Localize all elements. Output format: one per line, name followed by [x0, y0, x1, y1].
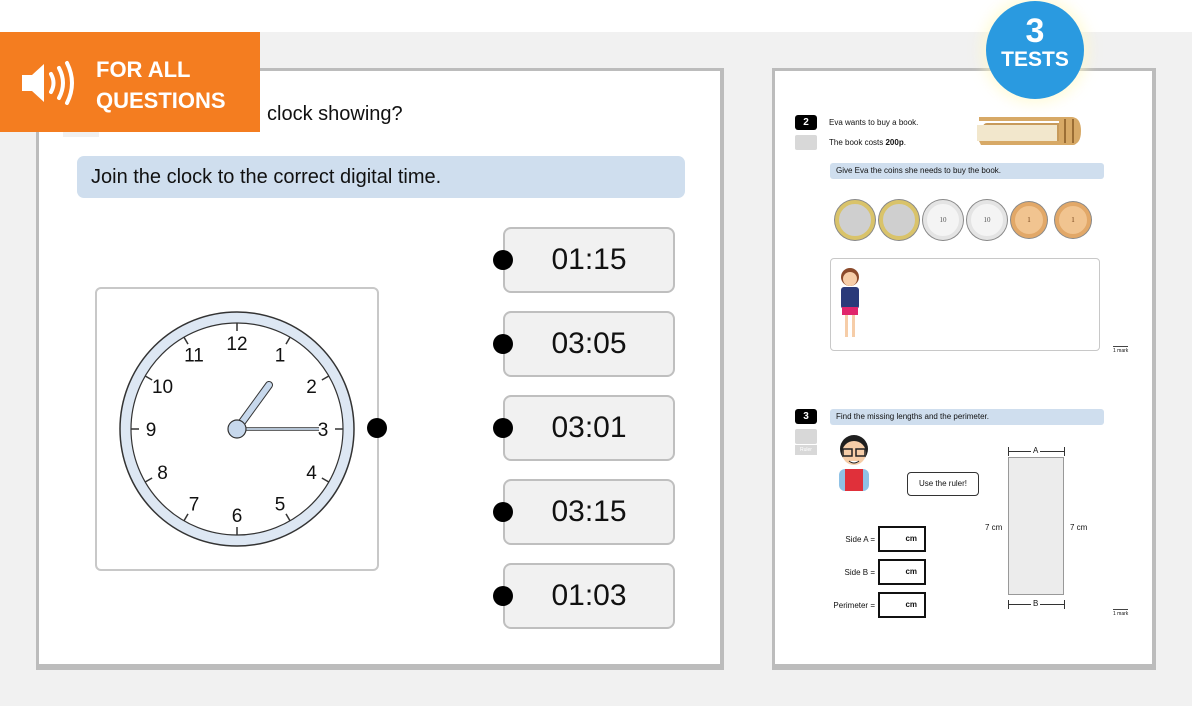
coin-one-pound[interactable]	[879, 200, 919, 240]
tests-count-badge: 3 TESTS	[986, 1, 1084, 99]
q2-line1: Eva wants to buy a book.	[829, 118, 919, 127]
audio-banner-label: FOR ALL QUESTIONS	[96, 54, 226, 116]
question-number-badge: 3	[795, 409, 817, 424]
time-option-label: 03:15	[551, 495, 627, 528]
coin-drop-area[interactable]	[830, 258, 1100, 351]
side-b-label: Side B =	[844, 568, 875, 577]
q2-instruction: Give Eva the coins she needs to buy the …	[830, 163, 1104, 179]
side-right-length: 7 cm	[1070, 523, 1088, 532]
rectangle-shape	[1008, 457, 1064, 595]
dimension-tick	[1008, 600, 1009, 609]
clock-numeral: 3	[318, 420, 329, 441]
time-option[interactable]: 03:01	[493, 395, 675, 461]
dimension-label-a: A	[1031, 446, 1041, 455]
coin-ten-pence[interactable]: 10	[923, 200, 963, 240]
clock-numeral: 6	[232, 506, 243, 527]
clock-numeral: 2	[306, 377, 317, 398]
coin-tray: 10 10 1 1	[835, 199, 1105, 241]
option-connector-dot[interactable]	[493, 418, 513, 438]
clock-connector-dot[interactable]	[367, 418, 387, 438]
tests-label: TESTS	[1001, 48, 1069, 71]
side-left-length: 7 cm	[985, 523, 1003, 532]
analog-clock-icon: 12 12 3 45 6 78 9 10 11	[119, 311, 355, 547]
side-b-input: cm	[878, 559, 926, 585]
ruler-button: Ruler	[795, 445, 817, 455]
test-preview-panel: 2 Eva wants to buy a book. The book cost…	[772, 68, 1156, 670]
clock-numeral: 7	[189, 494, 200, 515]
q2-price: 200p	[885, 138, 904, 147]
analog-clock-card: 12 1 2 3 4 5 6 7 8 9 10 11	[95, 287, 379, 571]
clock-numeral: 9	[146, 420, 157, 441]
clock-numeral: 5	[275, 494, 286, 515]
coin-one-pound[interactable]	[835, 200, 875, 240]
dimension-tick	[1008, 447, 1009, 456]
audio-banner-line2: QUESTIONS	[96, 88, 226, 113]
dimension-tick	[1064, 600, 1065, 609]
dimension-tick	[1064, 447, 1065, 456]
coin-one-penny[interactable]: 1	[1011, 202, 1047, 238]
instruction-banner: Join the clock to the correct digital ti…	[77, 156, 685, 198]
coin-one-penny[interactable]: 1	[1055, 202, 1091, 238]
clock-numeral: 10	[152, 377, 173, 398]
time-option[interactable]: 01:03	[493, 563, 675, 629]
side-a-input: cm	[878, 526, 926, 552]
q2-line2-prefix: The book costs	[829, 138, 886, 147]
time-option[interactable]: 03:15	[493, 479, 675, 545]
q2-line2-suffix: .	[903, 138, 906, 147]
time-option[interactable]: 01:15	[493, 227, 675, 293]
time-option-label: 01:03	[551, 579, 627, 612]
girl-character-icon	[841, 268, 859, 337]
boy-character-icon	[839, 435, 869, 491]
clock-numeral: 4	[306, 463, 317, 484]
dimension-label-b: B	[1031, 599, 1041, 608]
time-option-label: 01:15	[551, 243, 627, 276]
clock-numeral: 12	[226, 334, 247, 355]
option-connector-dot[interactable]	[493, 502, 513, 522]
mini-audio-button	[795, 429, 817, 444]
clock-numeral: 8	[157, 463, 168, 484]
coin-ten-pence[interactable]: 10	[967, 200, 1007, 240]
time-option-label: 03:01	[551, 411, 627, 444]
question-panel: clock showing? Join the clock to the cor…	[36, 68, 724, 670]
clock-numeral: 11	[184, 346, 204, 367]
question-number-badge: 2	[795, 115, 817, 130]
option-connector-dot[interactable]	[493, 334, 513, 354]
q3-instruction: Find the missing lengths and the perimet…	[830, 409, 1104, 425]
tests-count: 3	[1025, 12, 1045, 50]
q3-mark: 1 mark	[1113, 609, 1129, 617]
audio-for-all-questions-button[interactable]: FOR ALL QUESTIONS	[0, 32, 260, 132]
perimeter-input: cm	[878, 592, 926, 618]
book-icon	[977, 117, 1081, 145]
speech-bubble: Use the ruler!	[907, 472, 979, 496]
option-connector-dot[interactable]	[493, 586, 513, 606]
clock-numeral: 1	[275, 346, 286, 367]
time-option[interactable]: 03:05	[493, 311, 675, 377]
option-connector-dot[interactable]	[493, 250, 513, 270]
perimeter-label: Perimeter =	[833, 601, 875, 610]
side-a-label: Side A =	[845, 535, 875, 544]
speaker-icon	[22, 61, 74, 105]
time-option-label: 03:05	[551, 327, 627, 360]
question-text: clock showing?	[267, 103, 403, 125]
audio-banner-line1: FOR ALL	[96, 57, 191, 82]
q2-line2: The book costs 200p.	[829, 138, 906, 147]
mini-audio-button	[795, 135, 817, 150]
q2-mark: 1 mark	[1113, 346, 1129, 354]
